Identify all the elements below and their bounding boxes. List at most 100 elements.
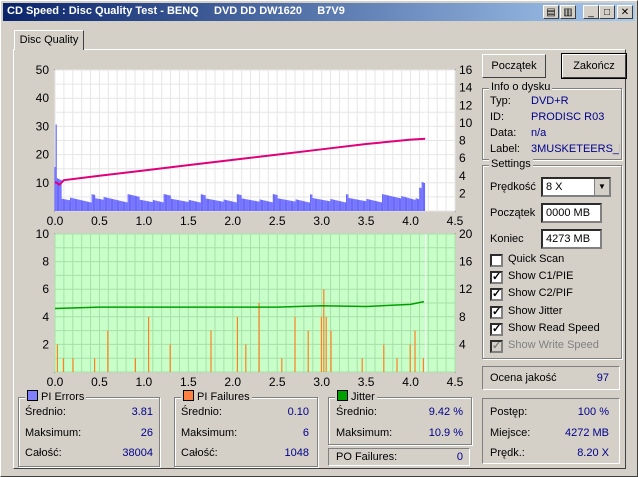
x-tick-label: 2.5 xyxy=(269,214,286,228)
minimize-button[interactable]: _ xyxy=(583,5,599,19)
maximize-button[interactable]: □ xyxy=(599,5,615,19)
quality-rating-value: 97 xyxy=(596,372,609,384)
y-right-tick-label: 16 xyxy=(459,255,473,269)
disc-id-label: ID: xyxy=(490,111,505,123)
disc-label-value: 3MUSKETEERS_D xyxy=(531,143,620,155)
jitter-avg-label: Średnio: xyxy=(336,406,377,418)
pi-errors-max-label: Maksimum: xyxy=(25,427,82,439)
x-tick-label: 0.5 xyxy=(91,375,108,389)
pi-errors-total-label: Całość: xyxy=(25,447,62,459)
start-mb-input[interactable]: 0000 MB xyxy=(541,203,602,223)
jitter-avg-value: 9.42 % xyxy=(428,406,463,418)
x-tick-label: 3.0 xyxy=(313,214,330,228)
quality-rating-label: Ocena jakość xyxy=(490,372,557,384)
progress-label: Postęp: xyxy=(490,406,528,418)
jitter-max-label: Maksimum: xyxy=(336,427,393,439)
jitter-legend: Jitter xyxy=(335,390,377,403)
y-right-tick-label: 2 xyxy=(459,186,466,200)
x-tick-label: 1.5 xyxy=(180,214,197,228)
end-mb-label: Koniec xyxy=(490,233,524,245)
y-left-tick-label: 30 xyxy=(36,119,50,133)
checkbox-label-3: Show Jitter xyxy=(508,304,563,317)
checkbox-2[interactable]: ✓ xyxy=(490,288,503,302)
checkbox-4[interactable]: ✓ xyxy=(490,322,503,336)
y-right-tick-label: 8 xyxy=(459,310,466,324)
end-button[interactable]: Zakończ xyxy=(561,53,627,79)
po-failures-label: PO Failures: xyxy=(336,451,398,463)
window-icon-2[interactable]: ▥ xyxy=(560,5,576,19)
pi-errors-legend-text: PI Errors xyxy=(41,391,85,403)
y-right-tick-label: 12 xyxy=(459,98,473,112)
pi-errors-swatch xyxy=(27,390,38,401)
pif-chart-area: 0.0 0.5 1.0 1.5 2.0 2.5 3.0 3.5 4.0 4.5 10 8 6 4 2 20 16… xyxy=(36,227,473,389)
po-failures-value: 0 xyxy=(456,451,463,463)
y-left-tick-label: 20 xyxy=(36,148,50,162)
y-right-tick-label: 12 xyxy=(459,282,473,296)
x-tick-label: 1.0 xyxy=(136,375,153,389)
checkbox-3[interactable]: ✓ xyxy=(490,305,503,319)
pi-failures-max-label: Maksimum: xyxy=(181,427,238,439)
pi-failures-avg-label: Średnio: xyxy=(181,406,222,418)
start-button[interactable]: Początek xyxy=(482,54,546,78)
disc-id-value: PRODISC R03 xyxy=(531,111,605,123)
x-tick-label: 3.5 xyxy=(358,375,375,389)
checkbox-label-0: Quick Scan xyxy=(508,253,565,265)
x-tick-label: 4.0 xyxy=(402,214,419,228)
checkbox-label-4: Show Read Speed xyxy=(508,321,600,334)
x-tick-label: 0.5 xyxy=(91,214,108,228)
checkbox-1[interactable]: ✓ xyxy=(490,271,503,285)
x-tick-label: 1.0 xyxy=(136,214,153,228)
x-tick-label: 4.5 xyxy=(447,214,464,228)
position-label: Miejsce: xyxy=(490,427,531,439)
tab-disc-quality[interactable]: Disc Quality xyxy=(14,30,84,50)
x-tick-label: 4.0 xyxy=(402,375,419,389)
speed-select-value: 8 X xyxy=(546,181,563,193)
x-tick-label: 1.5 xyxy=(180,375,197,389)
x-tick-label: 0.0 xyxy=(47,375,64,389)
disc-label-label: Label: xyxy=(490,143,520,155)
y-left-tick-label: 10 xyxy=(36,176,50,190)
jitter-max-value: 10.9 % xyxy=(428,427,463,439)
pi-errors-total-value: 38004 xyxy=(122,447,153,459)
disc-info-legend: Info o dysku xyxy=(489,81,553,93)
y-right-tick-label: 8 xyxy=(459,134,466,148)
chevron-down-icon[interactable]: ▼ xyxy=(594,179,609,195)
checkbox-5: ✓ xyxy=(490,340,503,353)
window-title: CD Speed : Disc Quality Test - BENQ DVD … xyxy=(7,5,345,17)
y-right-tick-label: 10 xyxy=(459,116,473,130)
jitter-swatch xyxy=(337,390,348,401)
speed-readout-label: Prędk.: xyxy=(490,447,525,459)
x-tick-label: 3.0 xyxy=(313,375,330,389)
pi-errors-legend: PI Errors xyxy=(25,390,87,403)
pi-failures-total-value: 1048 xyxy=(284,447,309,459)
pi-failures-legend-text: PI Failures xyxy=(197,391,250,403)
disc-date-label: Data: xyxy=(490,127,517,139)
window-icon-1[interactable]: ▤ xyxy=(543,5,559,19)
close-button[interactable]: ✕ xyxy=(617,5,633,19)
pi-errors-max-value: 26 xyxy=(140,427,153,439)
pie-chart-area: 0.0 0.5 1.0 1.5 2.0 2.5 3.0 3.5 4.0 4.5 50 40 30 20 10… xyxy=(36,63,473,228)
jitter-legend-text: Jitter xyxy=(351,391,375,403)
x-tick-label: 3.5 xyxy=(358,214,375,228)
pi-errors-avg-value: 3.81 xyxy=(131,406,153,418)
y-left-tick-label: 4 xyxy=(42,310,49,324)
checkbox-0[interactable] xyxy=(490,254,503,267)
checkbox-label-5: Show Write Speed xyxy=(508,339,599,351)
x-tick-label: 2.0 xyxy=(224,214,241,228)
pi-failures-swatch xyxy=(183,390,194,401)
x-tick-label: 2.5 xyxy=(269,375,286,389)
end-mb-input[interactable]: 4273 MB xyxy=(541,229,602,249)
pi-failures-total-label: Całość: xyxy=(181,447,218,459)
y-left-tick-label: 50 xyxy=(36,63,50,77)
start-mb-label: Początek xyxy=(490,207,536,219)
checkbox-label-2: Show C2/PIF xyxy=(508,287,573,300)
progress-value: 100 % xyxy=(577,406,609,418)
y-left-tick-label: 10 xyxy=(36,227,50,241)
y-left-tick-label: 40 xyxy=(36,91,50,105)
speed-select[interactable]: 8 X ▼ xyxy=(541,177,611,197)
speed-label: Prędkość xyxy=(490,181,536,193)
checkbox-label-1: Show C1/PIE xyxy=(508,270,574,283)
title-bar[interactable]: CD Speed : Disc Quality Test - BENQ DVD … xyxy=(3,3,635,21)
y-right-tick-label: 16 xyxy=(459,63,473,77)
disc-type-label: Typ: xyxy=(490,95,511,107)
